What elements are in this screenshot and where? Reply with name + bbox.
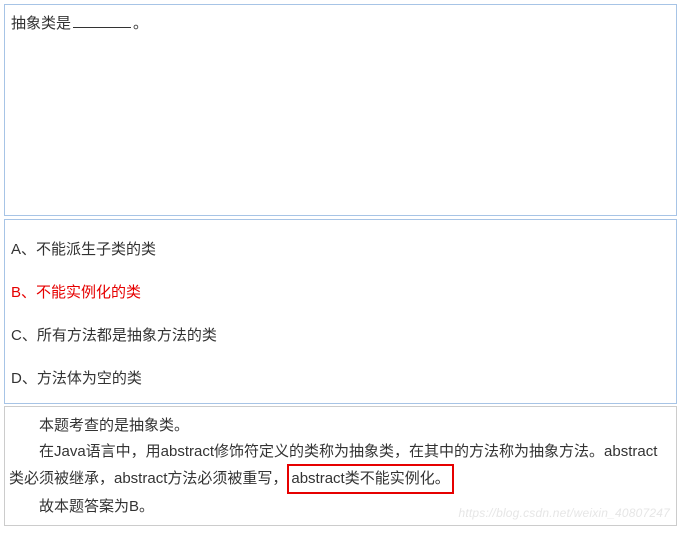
question-stem: 抽象类是 。 [11, 13, 670, 36]
option-label: B、不能实例化的类 [11, 284, 141, 301]
explanation-line-2: 在Java语言中，用abstract修饰符定义的类称为抽象类，在其中的方法称为抽… [9, 439, 672, 494]
stem-before-blank: 抽象类是 [11, 15, 71, 32]
option-d[interactable]: D、方法体为空的类 [11, 368, 670, 389]
option-c[interactable]: C、所有方法都是抽象方法的类 [11, 325, 670, 346]
option-label: D、方法体为空的类 [11, 370, 142, 387]
watermark: https://blog.csdn.net/weixin_40807247 [458, 503, 670, 523]
option-label: A、不能派生子类的类 [11, 241, 156, 258]
question-panel: 抽象类是 。 [4, 4, 677, 216]
option-label: C、所有方法都是抽象方法的类 [11, 327, 217, 344]
explanation-line-1: 本题考查的是抽象类。 [9, 413, 672, 439]
stem-after-blank: 。 [133, 15, 148, 32]
fill-blank [73, 13, 131, 28]
option-b[interactable]: B、不能实例化的类 [11, 282, 670, 303]
explanation-panel: 本题考查的是抽象类。 在Java语言中，用abstract修饰符定义的类称为抽象… [4, 406, 677, 526]
option-a[interactable]: A、不能派生子类的类 [11, 239, 670, 260]
options-panel: A、不能派生子类的类 B、不能实例化的类 C、所有方法都是抽象方法的类 D、方法… [4, 219, 677, 404]
explanation-key-phrase: abstract类不能实例化。 [287, 464, 453, 494]
